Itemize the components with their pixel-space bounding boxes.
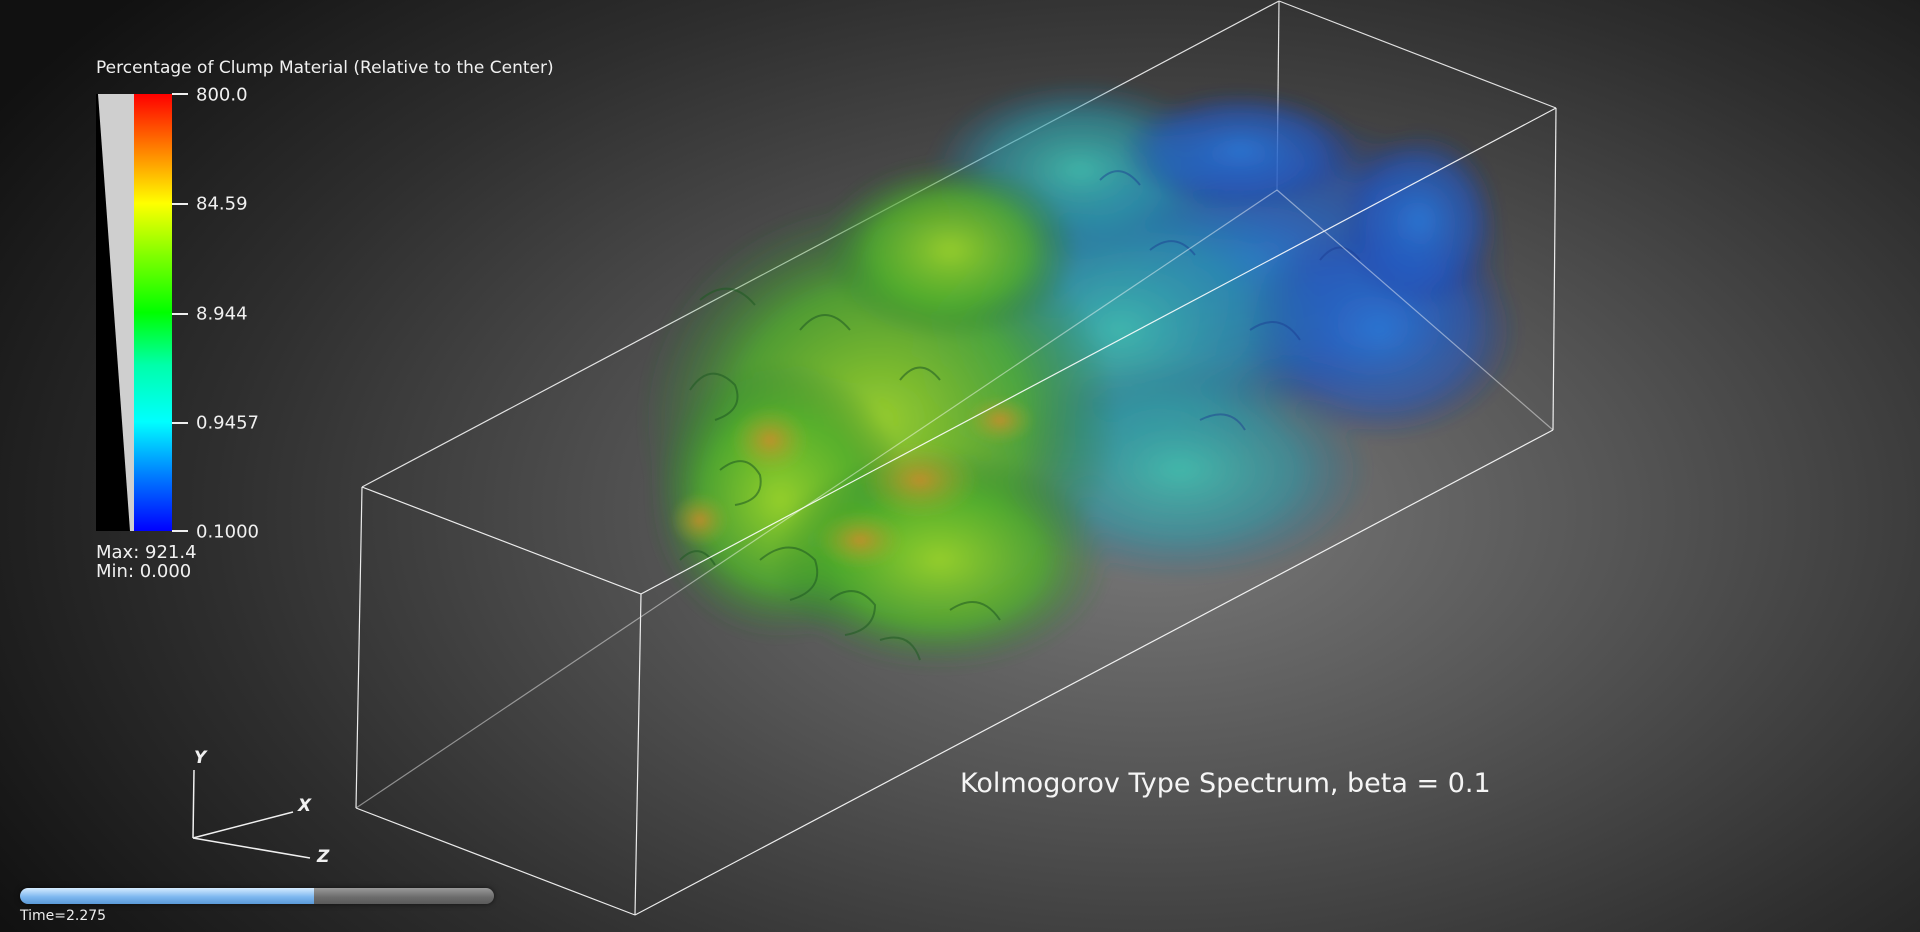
axis-y-line bbox=[192, 769, 195, 839]
legend-tick bbox=[172, 530, 188, 532]
color-legend bbox=[96, 94, 172, 531]
axis-x-line bbox=[192, 811, 294, 839]
orientation-axes bbox=[192, 769, 311, 859]
axis-y-label: Y bbox=[194, 748, 207, 768]
legend-min: Min: 0.000 bbox=[96, 561, 192, 582]
legend-tick bbox=[172, 313, 188, 315]
time-slider-fill bbox=[20, 888, 314, 904]
legend-tick-label: 8.944 bbox=[196, 303, 248, 325]
axis-x-label: X bbox=[298, 796, 312, 816]
legend-tick-label: 0.1000 bbox=[196, 521, 259, 543]
legend-title: Percentage of Clump Material (Relative t… bbox=[96, 58, 554, 78]
axis-z-line bbox=[192, 837, 311, 859]
opacity-transfer-ramp bbox=[96, 94, 134, 531]
time-slider[interactable] bbox=[20, 888, 494, 904]
colormap-ramp bbox=[134, 94, 172, 531]
legend-tick-label: 0.9457 bbox=[196, 412, 259, 434]
legend-tick-label: 84.59 bbox=[196, 193, 248, 215]
axis-z-label: Z bbox=[317, 847, 330, 867]
scene-annotation: Kolmogorov Type Spectrum, beta = 0.1 bbox=[960, 768, 1491, 799]
legend-tick bbox=[172, 422, 188, 424]
time-label: Time=2.275 bbox=[20, 908, 107, 924]
legend-tick bbox=[172, 203, 188, 205]
legend-tick-label: 800.0 bbox=[196, 84, 248, 106]
legend-max: Max: 921.4 bbox=[96, 542, 197, 563]
volume-rendering bbox=[640, 80, 1520, 670]
legend-tick bbox=[172, 93, 188, 95]
